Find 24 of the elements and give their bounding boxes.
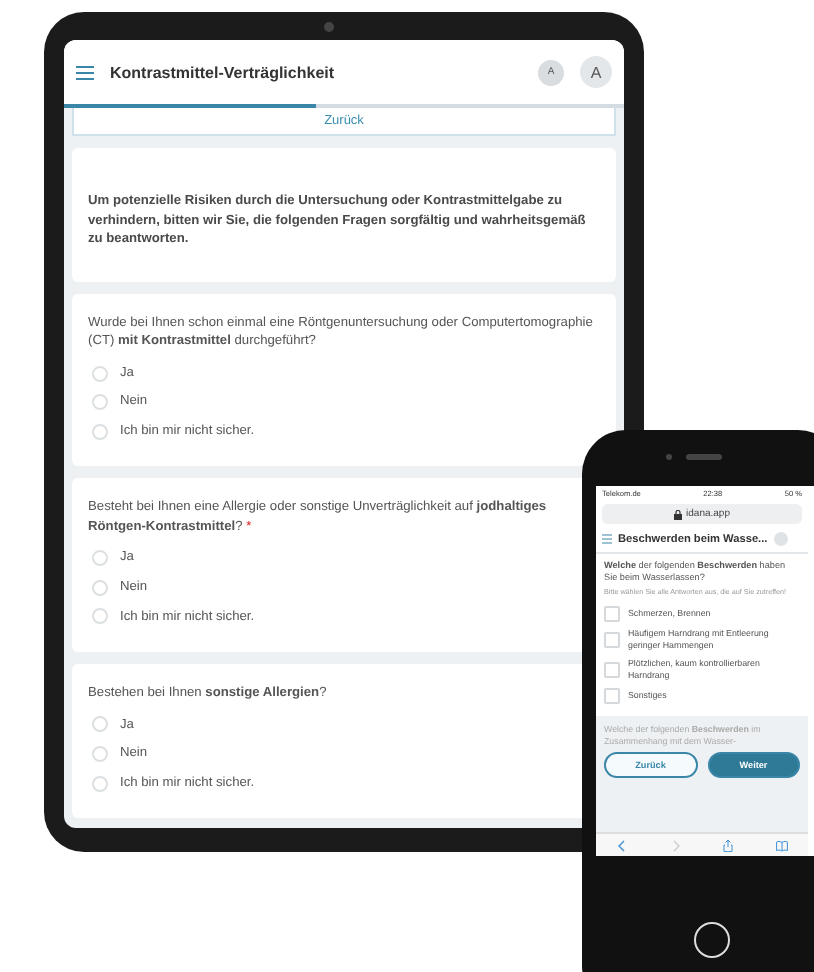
back-icon[interactable]: [616, 839, 629, 851]
radio-button[interactable]: [92, 365, 108, 381]
radio-button[interactable]: [92, 745, 108, 762]
radio-button[interactable]: [92, 579, 108, 596]
checkbox[interactable]: [604, 687, 620, 704]
menu-icon[interactable]: [602, 534, 612, 544]
checkbox[interactable]: [604, 606, 620, 623]
menu-icon[interactable]: [76, 65, 94, 79]
radio-button[interactable]: [92, 394, 108, 411]
home-button[interactable]: [694, 922, 730, 958]
book-icon[interactable]: [775, 839, 788, 851]
forward-icon[interactable]: [669, 839, 682, 851]
radio-button[interactable]: [92, 608, 108, 625]
avatar[interactable]: [773, 532, 788, 546]
checkbox[interactable]: [604, 632, 620, 649]
checkbox[interactable]: [604, 662, 620, 679]
lock-icon: [674, 509, 683, 519]
avatar[interactable]: A: [580, 56, 612, 88]
share-icon[interactable]: [722, 839, 735, 851]
radio-button[interactable]: [92, 550, 108, 567]
radio-button[interactable]: [92, 775, 108, 792]
radio-button[interactable]: [92, 423, 108, 440]
page-title: Kontrastmittel-Verträglichkeit: [110, 63, 337, 81]
radio-button[interactable]: [92, 716, 108, 733]
